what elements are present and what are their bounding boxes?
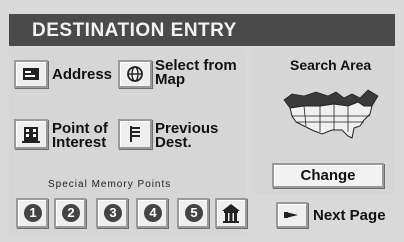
- home-button[interactable]: [215, 198, 247, 228]
- select-from-map-label-2[interactable]: Map: [155, 72, 185, 87]
- previous-destination-button[interactable]: [118, 119, 152, 149]
- building-icon: [22, 127, 40, 143]
- point-of-interest-button[interactable]: [14, 119, 48, 149]
- globe-icon: [127, 66, 143, 82]
- usa-map-icon: [283, 89, 379, 139]
- memory-point-3-number: 3: [104, 204, 122, 222]
- destination-entry-screen: DESTINATION ENTRY Address Select from Ma…: [0, 0, 404, 242]
- previous-destination-label-2[interactable]: Dest.: [155, 135, 192, 150]
- home-icon: [222, 204, 240, 223]
- change-search-area-button[interactable]: Change: [272, 163, 384, 188]
- next-page-button[interactable]: [276, 202, 308, 228]
- special-memory-points-label: Special Memory Points: [48, 179, 172, 190]
- memory-point-2-number: 2: [62, 204, 80, 222]
- memory-point-3-button[interactable]: 3: [96, 198, 128, 228]
- memory-point-2-button[interactable]: 2: [54, 198, 86, 228]
- memory-point-4-button[interactable]: 4: [136, 198, 168, 228]
- address-card-icon: [23, 68, 39, 80]
- address-button[interactable]: [14, 60, 48, 88]
- search-area-title: Search Area: [290, 57, 372, 73]
- address-label[interactable]: Address: [52, 67, 112, 82]
- select-from-map-button[interactable]: [118, 60, 152, 88]
- memory-point-1-number: 1: [24, 204, 42, 222]
- memory-point-4-number: 4: [144, 204, 162, 222]
- memory-point-5-button[interactable]: 5: [177, 198, 209, 228]
- arrow-right-icon: [284, 212, 298, 218]
- memory-point-1-button[interactable]: 1: [16, 198, 48, 228]
- memory-point-5-number: 5: [185, 204, 203, 222]
- point-of-interest-label-2[interactable]: Interest: [52, 135, 106, 150]
- next-page-label[interactable]: Next Page: [313, 207, 386, 224]
- flag-icon: [130, 126, 140, 142]
- page-title: DESTINATION ENTRY: [32, 20, 237, 41]
